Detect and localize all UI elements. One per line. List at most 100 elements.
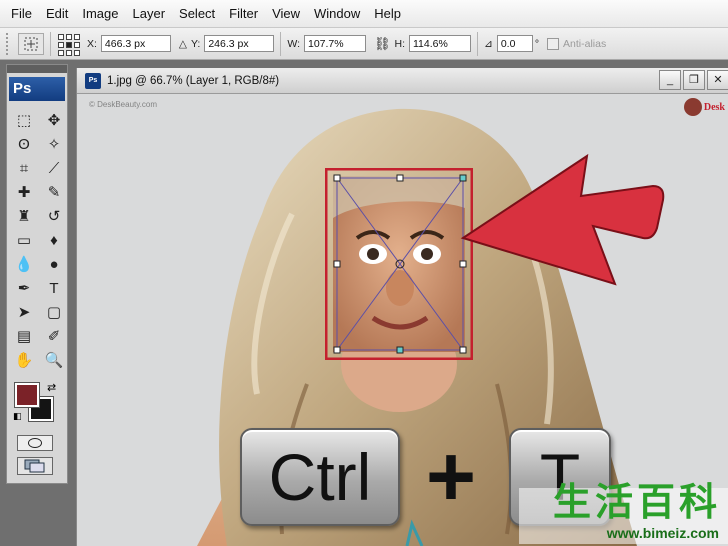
- reference-point-locator[interactable]: [57, 33, 80, 56]
- height-scale-input[interactable]: [409, 35, 471, 52]
- document-titlebar[interactable]: Ps 1.jpg @ 66.7% (Layer 1, RGB/8#) _ ❐ ✕: [77, 68, 728, 94]
- color-swatches: ⇄ ◧: [13, 381, 63, 427]
- photoshop-logo[interactable]: Ps: [9, 77, 65, 101]
- tool-grid: ⬚ ✥ ʘ ✧ ⌗ ⟋ ✚ ✎ ♜ ↺ ▭ ♦ 💧 ● ✒ T ➤ ▢ ▤ ✐ ✋ 🔍: [7, 105, 67, 371]
- h-label: H:: [394, 37, 406, 50]
- menu-image[interactable]: Image: [75, 0, 125, 28]
- menu-view[interactable]: View: [265, 0, 307, 28]
- document-title: 1.jpg @ 66.7% (Layer 1, RGB/8#): [107, 74, 280, 87]
- options-grip[interactable]: [6, 32, 14, 55]
- quick-mask-icon: [28, 438, 42, 448]
- quick-mask-button[interactable]: [17, 435, 53, 451]
- paint-bucket-tool[interactable]: ♦: [42, 229, 66, 251]
- healing-brush-icon: ✚: [17, 184, 31, 201]
- x-label: X:: [87, 37, 97, 50]
- clone-stamp-icon: ♜: [17, 208, 31, 225]
- image-canvas[interactable]: © DeskBeauty.com Desk Ctrl + T 生活百科 www.…: [77, 94, 728, 546]
- zoom-icon: 🔍: [44, 352, 64, 369]
- shape-icon: ▢: [46, 304, 62, 321]
- tool-preset-picker[interactable]: [18, 32, 44, 55]
- lasso-tool[interactable]: ʘ: [12, 133, 36, 155]
- move-tool[interactable]: ✥: [42, 109, 66, 131]
- slice-tool[interactable]: ⟋: [42, 157, 66, 179]
- type-icon: T: [49, 279, 59, 297]
- toolbox-header[interactable]: [7, 65, 67, 73]
- paint-bucket-icon: ♦: [50, 231, 58, 249]
- bimeiz-chinese-text: 生活百科: [552, 480, 721, 524]
- eyedropper-tool[interactable]: ✐: [42, 325, 66, 347]
- relative-positioning-icon[interactable]: △: [179, 38, 187, 50]
- minimize-button[interactable]: _: [659, 70, 681, 90]
- y-label: Y:: [191, 37, 201, 50]
- ctrl-key-graphic: Ctrl: [240, 428, 400, 526]
- close-button[interactable]: ✕: [707, 70, 728, 90]
- x-position-input[interactable]: [100, 35, 171, 52]
- dodge-icon: ●: [49, 255, 59, 273]
- red-arrow-icon: [460, 153, 665, 286]
- toolbox-panel: Ps ⬚ ✥ ʘ ✧ ⌗ ⟋ ✚ ✎ ♜ ↺ ▭ ♦ 💧 ● ✒ T ➤ ▢ ▤ ✐ ✋ 🔍 ⇄ ◧: [6, 64, 68, 484]
- healing-brush-tool[interactable]: ✚: [12, 181, 36, 203]
- plus-sign: +: [425, 428, 477, 525]
- eraser-tool[interactable]: ▭: [12, 229, 36, 251]
- w-label: W:: [287, 37, 300, 50]
- document-ps-icon: Ps: [85, 72, 101, 89]
- separator: [477, 31, 478, 56]
- type-tool[interactable]: T: [42, 277, 66, 299]
- brand-watermark: Desk: [683, 98, 725, 116]
- menu-layer[interactable]: Layer: [126, 0, 173, 28]
- watermark-top-left: © DeskBeauty.com: [89, 100, 157, 109]
- maintain-aspect-ratio-icon[interactable]: ⛓: [374, 36, 391, 52]
- restore-button[interactable]: ❐: [683, 70, 705, 90]
- menu-filter[interactable]: Filter: [222, 0, 265, 28]
- blur-icon: 💧: [14, 256, 34, 273]
- marquee-icon: ⬚: [16, 112, 32, 129]
- brush-tool[interactable]: ✎: [42, 181, 66, 203]
- transformed-face-layer[interactable]: [325, 168, 473, 360]
- swap-colors-icon[interactable]: ⇄: [47, 381, 56, 394]
- lasso-icon: ʘ: [18, 135, 30, 153]
- shape-tool[interactable]: ▢: [42, 301, 66, 323]
- hand-icon: ✋: [14, 352, 34, 369]
- menu-file[interactable]: File: [4, 0, 39, 28]
- menu-help[interactable]: Help: [367, 0, 408, 28]
- bimeiz-url: www.bimeiz.com: [606, 525, 719, 541]
- blur-tool[interactable]: 💧: [12, 253, 36, 275]
- crop-tool[interactable]: ⌗: [12, 157, 36, 179]
- magic-wand-tool[interactable]: ✧: [42, 133, 66, 155]
- eraser-icon: ▭: [16, 232, 32, 249]
- screen-mode-icon: [24, 459, 45, 473]
- hand-tool[interactable]: ✋: [12, 349, 36, 371]
- menu-select[interactable]: Select: [172, 0, 222, 28]
- eyedropper-icon: ✐: [47, 328, 61, 345]
- dodge-tool[interactable]: ●: [42, 253, 66, 275]
- menu-window[interactable]: Window: [307, 0, 367, 28]
- window-controls: _ ❐ ✕: [657, 70, 728, 90]
- foreground-color-swatch[interactable]: [14, 382, 40, 408]
- brand-logo-icon: [683, 98, 702, 116]
- antialias-checkbox[interactable]: [547, 37, 560, 50]
- y-position-input[interactable]: [204, 35, 275, 52]
- default-colors-icon[interactable]: ◧: [13, 411, 22, 422]
- pen-icon: ✒: [17, 280, 31, 297]
- slice-icon: ⟋: [48, 159, 60, 177]
- history-brush-tool[interactable]: ↺: [42, 205, 66, 227]
- zoom-tool[interactable]: 🔍: [42, 349, 66, 371]
- menu-edit[interactable]: Edit: [39, 0, 75, 28]
- screen-mode-button[interactable]: [17, 457, 53, 475]
- notes-icon: ▤: [16, 328, 32, 345]
- marquee-tool[interactable]: ⬚: [12, 109, 36, 131]
- pen-tool[interactable]: ✒: [12, 277, 36, 299]
- magic-wand-icon: ✧: [47, 136, 61, 153]
- notes-tool[interactable]: ▤: [12, 325, 36, 347]
- crop-icon: ⌗: [19, 159, 29, 177]
- width-scale-input[interactable]: [303, 35, 366, 52]
- separator: [280, 31, 282, 56]
- antialias-label: Anti-alias: [563, 37, 607, 50]
- rotate-angle-input[interactable]: [496, 35, 533, 52]
- clone-stamp-tool[interactable]: ♜: [12, 205, 36, 227]
- history-brush-icon: ↺: [47, 208, 61, 225]
- brand-text: Desk: [703, 101, 725, 113]
- menu-bar: File Edit Image Layer Select Filter View Window…: [0, 0, 728, 28]
- path-selection-tool[interactable]: ➤: [12, 301, 36, 323]
- options-bar: X: △ Y: W: ⛓ H: ⊿ ° Anti-alias: [0, 28, 728, 60]
